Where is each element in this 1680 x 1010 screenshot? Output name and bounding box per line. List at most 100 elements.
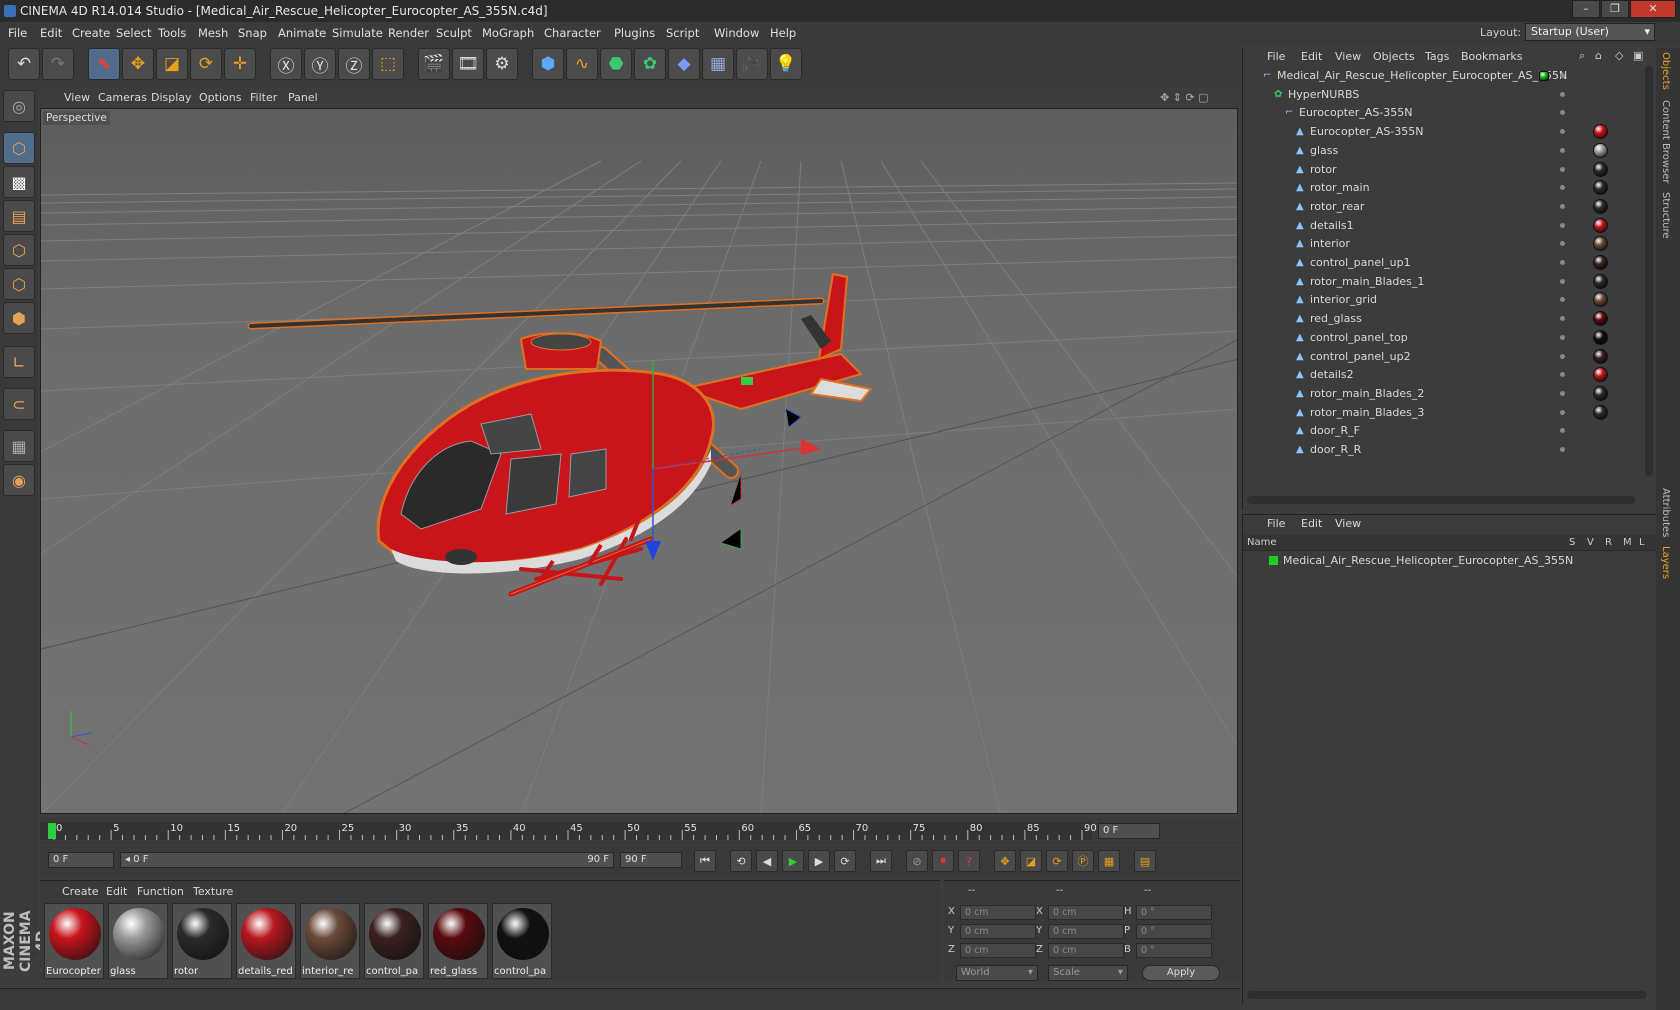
menu-create[interactable]: Create bbox=[72, 26, 110, 40]
visibility-dot-icon[interactable] bbox=[1560, 278, 1565, 284]
object-row[interactable]: ▲ red_glass bbox=[1243, 309, 1643, 329]
object-row[interactable]: ▲ glass bbox=[1243, 141, 1643, 161]
object-row[interactable]: ▲ control_panel_up2 bbox=[1243, 347, 1643, 367]
camera-button[interactable]: 🎥 bbox=[736, 48, 768, 80]
visibility-dot-icon[interactable] bbox=[1560, 390, 1565, 396]
coord-value-field[interactable]: 0 ° bbox=[1136, 943, 1212, 958]
menu-mesh[interactable]: Mesh bbox=[198, 26, 228, 40]
light-button[interactable]: 💡 bbox=[770, 48, 802, 80]
rotate-tool-button[interactable]: ⟳ bbox=[190, 48, 222, 80]
viewport-menu-options[interactable]: Options bbox=[199, 91, 241, 104]
material-tag-icon[interactable] bbox=[1593, 255, 1608, 270]
axis-mode-button[interactable]: ∟ bbox=[3, 346, 35, 378]
key-pla-button[interactable]: ▦ bbox=[1098, 850, 1120, 872]
object-row[interactable]: ▲ details2 bbox=[1243, 365, 1643, 385]
goto-start-button[interactable]: ⏮ bbox=[694, 850, 716, 872]
visibility-dot-icon[interactable] bbox=[1560, 147, 1565, 153]
menu-help[interactable]: Help bbox=[770, 26, 796, 40]
layer-menu-view[interactable]: View bbox=[1335, 517, 1361, 530]
material-swatch[interactable]: interior_re bbox=[300, 903, 360, 979]
coordinate-system-button[interactable]: ⬚ bbox=[372, 48, 404, 80]
material-tag-icon[interactable] bbox=[1593, 385, 1608, 401]
menu-script[interactable]: Script bbox=[666, 26, 699, 40]
key-rotation-button[interactable]: ⟳ bbox=[1046, 850, 1068, 872]
frame-range-slider[interactable]: ◂ 0 F 90 F bbox=[120, 852, 614, 868]
viewport-menu-cameras[interactable]: Cameras bbox=[98, 91, 147, 104]
snap-button[interactable]: ⊂ bbox=[3, 388, 35, 420]
object-row[interactable]: ▲ Eurocopter_AS-355N bbox=[1243, 122, 1643, 142]
material-tag-icon[interactable] bbox=[1593, 161, 1608, 177]
scale-tool-button[interactable]: ◪ bbox=[156, 48, 188, 80]
material-tag-icon[interactable] bbox=[1593, 367, 1608, 383]
deformer-button[interactable]: ◆ bbox=[668, 48, 700, 80]
render-view-button[interactable]: 🎬 bbox=[418, 48, 450, 80]
points-mode-button[interactable]: ⬡ bbox=[3, 234, 35, 266]
visibility-dot-icon[interactable] bbox=[1560, 222, 1565, 228]
render-picture-viewer-button[interactable]: 🎞 bbox=[452, 48, 484, 80]
viewport[interactable]: Perspective bbox=[40, 108, 1238, 814]
locked-workplane-button[interactable]: ◉ bbox=[3, 464, 35, 496]
menu-snap[interactable]: Snap bbox=[238, 26, 267, 40]
object-menu-tags[interactable]: Tags bbox=[1425, 50, 1449, 63]
tab-attributes[interactable]: Attributes bbox=[1660, 488, 1671, 537]
visibility-dot-icon[interactable] bbox=[1560, 129, 1565, 135]
viewport-menu-view[interactable]: View bbox=[64, 91, 90, 104]
material-tag-icon[interactable] bbox=[1593, 311, 1608, 327]
tab-structure[interactable]: Structure bbox=[1660, 192, 1671, 239]
menu-file[interactable]: File bbox=[8, 26, 27, 40]
visibility-dot-icon[interactable] bbox=[1560, 166, 1565, 172]
material-swatch[interactable]: control_pa bbox=[492, 903, 552, 979]
undo-button[interactable]: ↶ bbox=[8, 48, 40, 80]
material-tag-icon[interactable] bbox=[1593, 180, 1608, 196]
menu-select[interactable]: Select bbox=[116, 26, 151, 40]
autokey-button[interactable]: ? bbox=[958, 850, 980, 872]
visibility-dot-icon[interactable] bbox=[1560, 316, 1565, 322]
workplane-lock-button[interactable]: ▦ bbox=[3, 430, 35, 462]
layer-horizontal-scrollbar[interactable] bbox=[1247, 991, 1647, 999]
y-axis-button[interactable]: Ⓨ bbox=[304, 48, 336, 80]
tab-objects[interactable]: Objects bbox=[1660, 52, 1671, 90]
next-frame-button[interactable]: ▶ bbox=[808, 850, 830, 872]
coord-value-field[interactable]: 0 ° bbox=[1136, 905, 1212, 920]
select-tool-button[interactable]: ⬉ bbox=[88, 48, 120, 80]
coord-value-field[interactable]: 0 cm bbox=[1048, 905, 1124, 920]
visibility-dot-icon[interactable] bbox=[1560, 185, 1565, 191]
maximize-button[interactable]: ❐ bbox=[1601, 0, 1629, 18]
material-swatch[interactable]: rotor bbox=[172, 903, 232, 979]
viewport-menu-panel[interactable]: Panel bbox=[288, 91, 318, 104]
coord-value-field[interactable]: 0 cm bbox=[960, 943, 1036, 958]
layer-row[interactable]: Medical_Air_Rescue_Helicopter_Eurocopter… bbox=[1243, 551, 1643, 571]
make-editable-button[interactable]: ◎ bbox=[3, 90, 35, 122]
visibility-dot-icon[interactable] bbox=[1560, 372, 1565, 378]
workplane-mode-button[interactable]: ▤ bbox=[3, 200, 35, 232]
object-row[interactable]: ▲ interior_grid bbox=[1243, 290, 1643, 310]
visibility-dot-icon[interactable] bbox=[1560, 241, 1565, 247]
tab-layers[interactable]: Layers bbox=[1660, 546, 1671, 579]
render-settings-button[interactable]: ⚙ bbox=[486, 48, 518, 80]
object-row[interactable]: ▲ rotor_rear bbox=[1243, 197, 1643, 217]
object-vertical-scrollbar[interactable] bbox=[1645, 66, 1653, 476]
object-row[interactable]: ▲ interior bbox=[1243, 234, 1643, 254]
object-menu-objects[interactable]: Objects bbox=[1373, 50, 1415, 63]
object-row[interactable]: ▲ rotor_main_Blades_1 bbox=[1243, 272, 1643, 292]
material-tag-icon[interactable] bbox=[1593, 198, 1608, 214]
menu-edit[interactable]: Edit bbox=[40, 26, 62, 40]
motion-record-button[interactable]: ⊘ bbox=[906, 850, 928, 872]
timeline-button[interactable]: ▤ bbox=[1134, 850, 1156, 872]
move-tool-button[interactable]: ✥ bbox=[122, 48, 154, 80]
material-menu-texture[interactable]: Texture bbox=[193, 885, 233, 898]
key-parameter-button[interactable]: Ⓟ bbox=[1072, 850, 1094, 872]
material-tag-icon[interactable] bbox=[1593, 329, 1608, 345]
material-swatch[interactable]: control_pa bbox=[364, 903, 424, 979]
material-tag-icon[interactable] bbox=[1593, 404, 1608, 420]
x-axis-button[interactable]: Ⓧ bbox=[270, 48, 302, 80]
object-menu-view[interactable]: View bbox=[1335, 50, 1361, 63]
object-horizontal-scrollbar[interactable] bbox=[1247, 496, 1635, 504]
filter-icon[interactable]: ◇ bbox=[1615, 49, 1623, 62]
z-axis-button[interactable]: Ⓩ bbox=[338, 48, 370, 80]
record-button[interactable]: ⏺ bbox=[932, 850, 954, 872]
loop-forward-button[interactable]: ⟳ bbox=[834, 850, 856, 872]
new-view-icon[interactable]: ▣ bbox=[1633, 49, 1643, 62]
coord-value-field[interactable]: 0 cm bbox=[1048, 924, 1124, 939]
material-tag-icon[interactable] bbox=[1593, 236, 1608, 252]
